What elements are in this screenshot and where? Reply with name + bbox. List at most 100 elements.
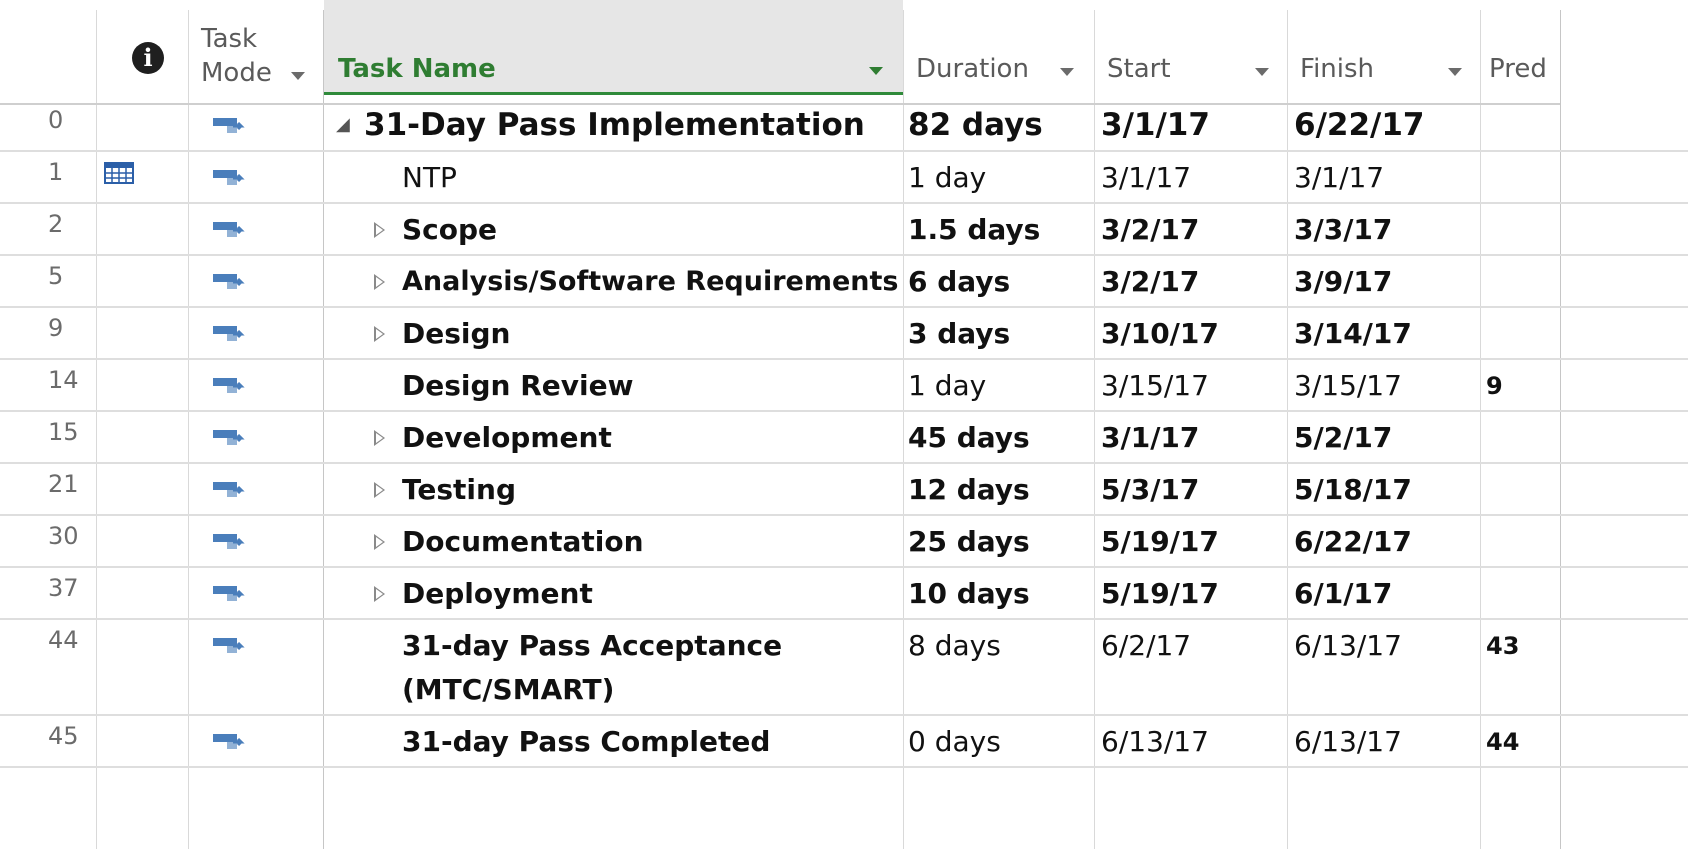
task-duration: 8 days bbox=[908, 629, 1001, 662]
task-start: 5/19/17 bbox=[1101, 525, 1219, 558]
task-duration: 82 days bbox=[908, 107, 1043, 143]
task-mode-header-line1: Task bbox=[201, 24, 258, 54]
auto-scheduled-task-icon bbox=[213, 118, 245, 133]
task-finish: 3/9/17 bbox=[1294, 265, 1393, 298]
task-name: 31-Day Pass Implementation bbox=[364, 107, 865, 143]
task-name: Analysis/Software Requirements bbox=[402, 266, 899, 297]
expand-triangle-icon[interactable] bbox=[374, 482, 385, 498]
table-row[interactable]: 30 Documentation 25 days 5/19/17 6/22/17 bbox=[0, 516, 1688, 568]
auto-scheduled-task-icon bbox=[213, 734, 245, 749]
task-finish: 5/18/17 bbox=[1294, 473, 1412, 506]
task-finish: 3/1/17 bbox=[1294, 161, 1385, 194]
table-row[interactable]: 2 Scope 1.5 days 3/2/17 3/3/17 bbox=[0, 204, 1688, 256]
auto-scheduled-task-icon bbox=[213, 482, 245, 497]
task-name-column-header[interactable]: Task Name bbox=[324, 0, 903, 95]
auto-scheduled-task-icon bbox=[213, 586, 245, 601]
task-duration: 3 days bbox=[908, 317, 1011, 350]
table-row[interactable]: 21 Testing 12 days 5/3/17 5/18/17 bbox=[0, 464, 1688, 516]
task-finish: 3/15/17 bbox=[1294, 369, 1402, 402]
task-duration: 1.5 days bbox=[908, 213, 1041, 246]
expand-triangle-icon[interactable] bbox=[374, 222, 385, 238]
task-start: 3/1/17 bbox=[1101, 107, 1210, 143]
task-finish: 6/13/17 bbox=[1294, 725, 1402, 758]
task-predecessors: 44 bbox=[1486, 728, 1520, 756]
task-duration: 12 days bbox=[908, 473, 1030, 506]
task-start: 3/10/17 bbox=[1101, 317, 1219, 350]
expand-triangle-icon[interactable] bbox=[374, 274, 385, 290]
table-row[interactable]: 37 Deployment 10 days 5/19/17 6/1/17 bbox=[0, 568, 1688, 620]
start-header-label: Start bbox=[1107, 54, 1171, 84]
collapse-triangle-icon[interactable]: ◢ bbox=[336, 114, 350, 135]
info-icon: i bbox=[132, 42, 164, 74]
task-name: NTP bbox=[402, 161, 457, 194]
predecessors-header-label: Pred bbox=[1489, 54, 1547, 84]
auto-scheduled-task-icon bbox=[213, 222, 245, 237]
table-row[interactable]: 0 ◢ 31-Day Pass Implementation 82 days 3… bbox=[0, 100, 1688, 152]
task-start: 6/13/17 bbox=[1101, 725, 1209, 758]
task-finish: 6/1/17 bbox=[1294, 577, 1393, 610]
expand-triangle-icon[interactable] bbox=[374, 586, 385, 602]
expand-triangle-icon[interactable] bbox=[374, 326, 385, 342]
duration-header-label: Duration bbox=[916, 54, 1029, 84]
table-row[interactable]: 5 Analysis/Software Requirements 6 days … bbox=[0, 256, 1688, 308]
chevron-down-icon[interactable] bbox=[1060, 68, 1074, 76]
auto-scheduled-task-icon bbox=[213, 274, 245, 289]
task-finish: 3/14/17 bbox=[1294, 317, 1412, 350]
task-duration: 6 days bbox=[908, 265, 1011, 298]
row-id: 15 bbox=[48, 418, 79, 446]
task-name: Scope bbox=[402, 213, 498, 246]
predecessors-column-header[interactable]: Pred bbox=[1481, 0, 1560, 95]
row-id: 44 bbox=[48, 626, 79, 654]
row-id: 45 bbox=[48, 722, 79, 750]
expand-triangle-icon[interactable] bbox=[374, 534, 385, 550]
task-finish: 6/22/17 bbox=[1294, 107, 1425, 143]
chevron-down-icon[interactable] bbox=[869, 67, 883, 75]
table-row[interactable]: 45 31-day Pass Completed 0 days 6/13/17 … bbox=[0, 716, 1688, 768]
task-finish: 6/22/17 bbox=[1294, 525, 1412, 558]
auto-scheduled-task-icon bbox=[213, 638, 245, 653]
task-finish: 5/2/17 bbox=[1294, 421, 1393, 454]
task-start: 3/2/17 bbox=[1101, 265, 1200, 298]
task-start: 3/1/17 bbox=[1101, 161, 1192, 194]
task-predecessors: 9 bbox=[1486, 372, 1503, 400]
chevron-down-icon[interactable] bbox=[1255, 68, 1269, 76]
finish-column-header[interactable]: Finish bbox=[1288, 0, 1480, 95]
task-duration: 0 days bbox=[908, 725, 1001, 758]
task-mode-header-line2: Mode bbox=[201, 58, 272, 88]
auto-scheduled-task-icon bbox=[213, 326, 245, 341]
task-start: 5/3/17 bbox=[1101, 473, 1200, 506]
task-start: 3/1/17 bbox=[1101, 421, 1200, 454]
row-id: 0 bbox=[48, 106, 64, 134]
row-id: 30 bbox=[48, 522, 79, 550]
table-row[interactable]: 15 Development 45 days 3/1/17 5/2/17 bbox=[0, 412, 1688, 464]
auto-scheduled-task-icon bbox=[213, 170, 245, 185]
auto-scheduled-task-icon bbox=[213, 430, 245, 445]
auto-scheduled-task-icon bbox=[213, 534, 245, 549]
chevron-down-icon[interactable] bbox=[1448, 68, 1462, 76]
start-column-header[interactable]: Start bbox=[1095, 0, 1287, 95]
table-row[interactable]: 1 NTP 1 day 3/1/17 3/1/17 bbox=[0, 152, 1688, 204]
gantt-task-sheet: i Task Mode Task Name Duration Start Fin… bbox=[0, 0, 1688, 849]
task-name: 31-day Pass Completed bbox=[402, 725, 771, 758]
table-row[interactable]: 14 Design Review 1 day 3/15/17 3/15/17 9 bbox=[0, 360, 1688, 412]
duration-column-header[interactable]: Duration bbox=[904, 0, 1094, 95]
row-id: 1 bbox=[48, 158, 64, 186]
empty-table-row[interactable] bbox=[0, 768, 1688, 820]
row-id: 5 bbox=[48, 262, 64, 290]
task-name-line1: 31-day Pass Acceptance bbox=[402, 629, 783, 662]
table-row[interactable]: 9 Design 3 days 3/10/17 3/14/17 bbox=[0, 308, 1688, 360]
chevron-down-icon[interactable] bbox=[291, 72, 305, 80]
task-name: Design Review bbox=[402, 369, 634, 402]
indicators-column-header[interactable]: i bbox=[97, 0, 188, 95]
auto-scheduled-task-icon bbox=[213, 378, 245, 393]
task-mode-column-header[interactable]: Task Mode bbox=[189, 0, 323, 95]
expand-triangle-icon[interactable] bbox=[374, 430, 385, 446]
task-start: 3/15/17 bbox=[1101, 369, 1209, 402]
task-duration: 1 day bbox=[908, 161, 987, 194]
table-row[interactable]: 44 31-day Pass Acceptance (MTC/SMART) 8 … bbox=[0, 620, 1688, 716]
task-name: Design bbox=[402, 317, 511, 350]
calendar-indicator-icon bbox=[104, 162, 134, 184]
task-duration: 1 day bbox=[908, 369, 987, 402]
task-start: 5/19/17 bbox=[1101, 577, 1219, 610]
task-name: Deployment bbox=[402, 577, 593, 610]
